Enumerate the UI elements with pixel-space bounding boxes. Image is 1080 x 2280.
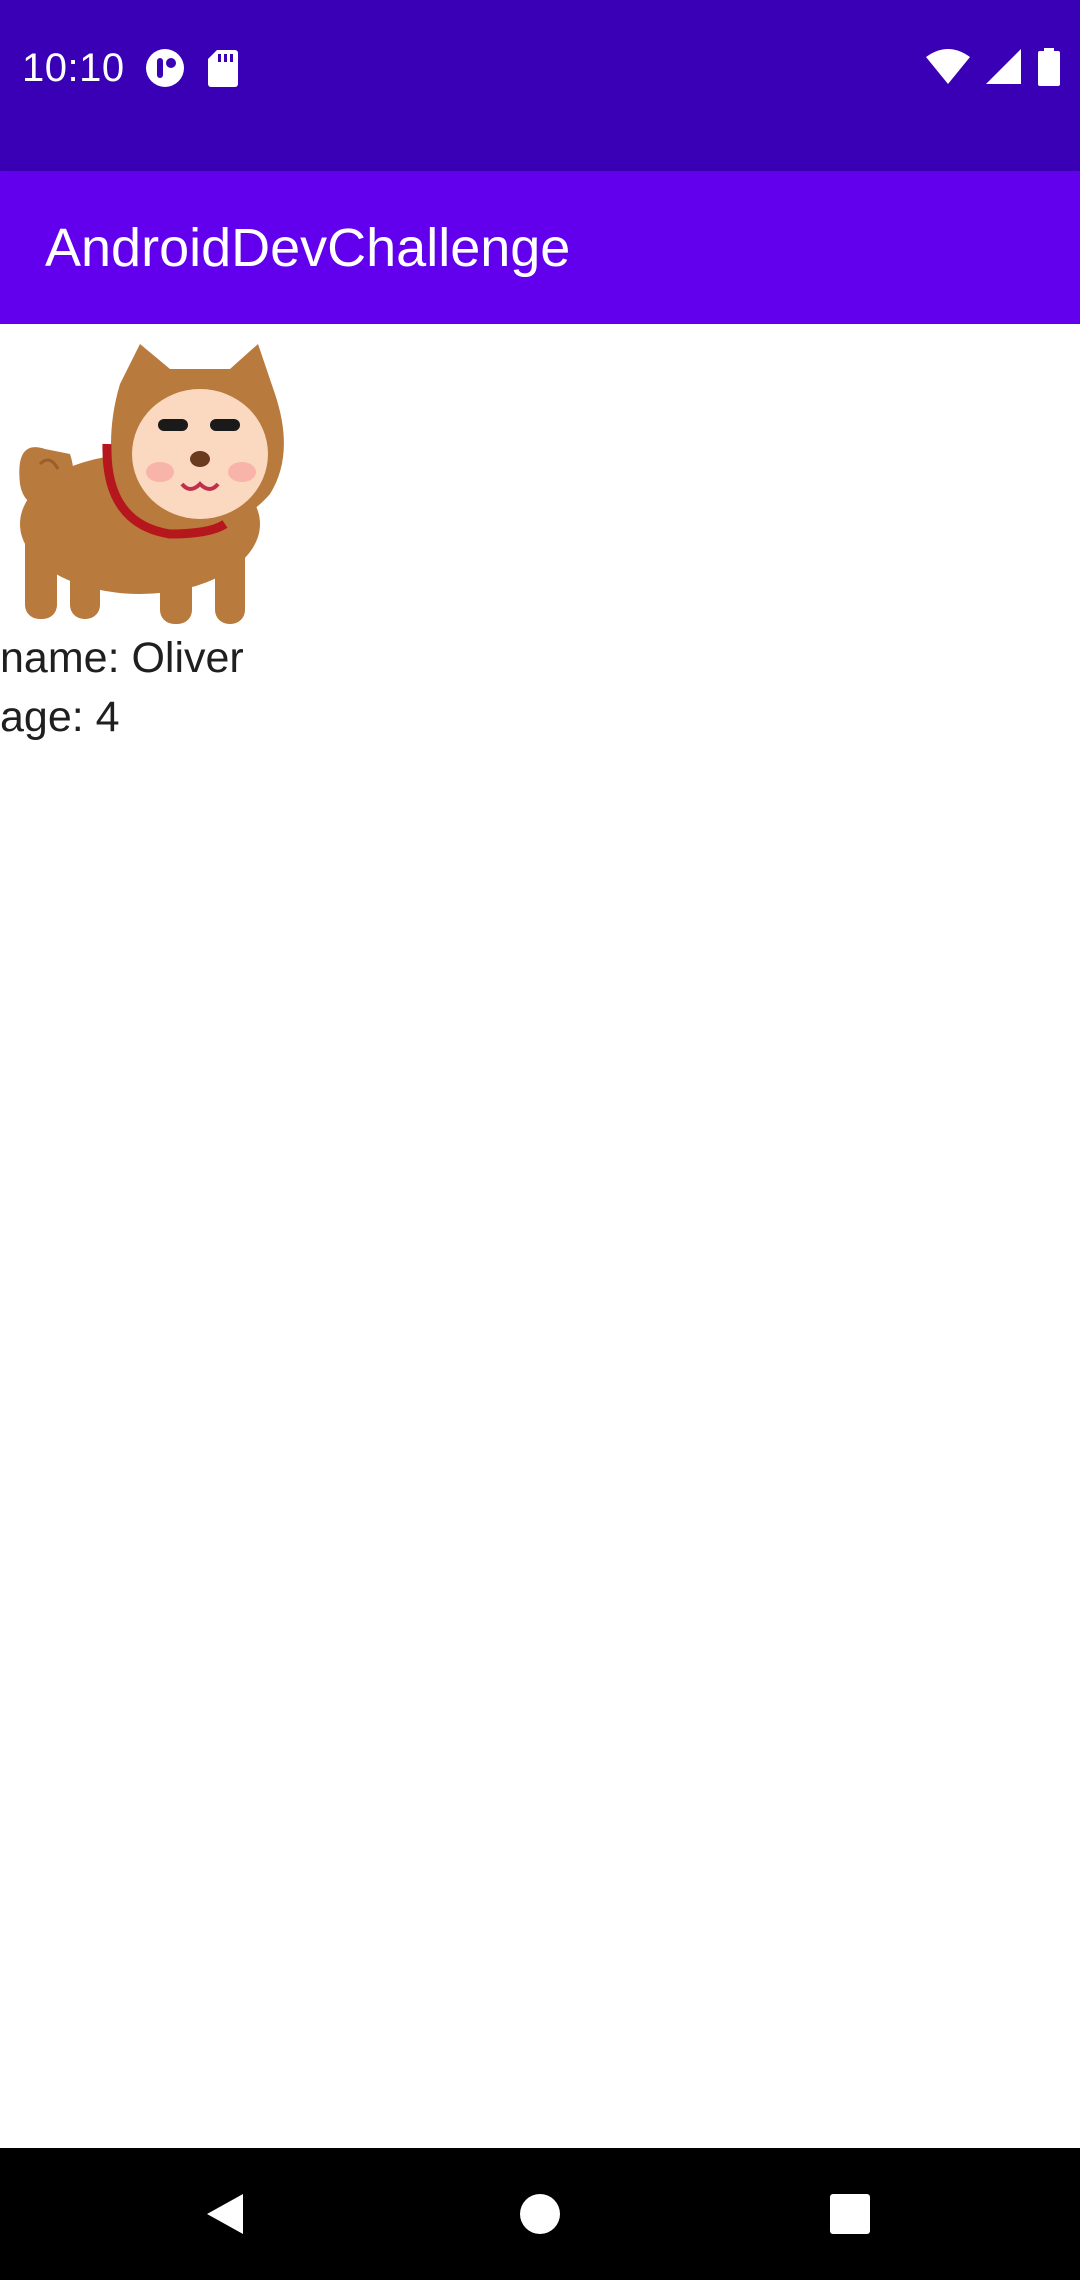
dog-image [10,344,290,629]
recents-button[interactable] [790,2148,910,2280]
content-area: name: Oliver age: 4 [0,324,1080,2148]
app-title: AndroidDevChallenge [45,218,571,278]
status-bar: 10:10 [0,0,1080,171]
cell-signal-icon [986,49,1022,85]
home-icon [520,2194,560,2234]
recents-icon [830,2194,870,2234]
status-time: 10:10 [22,46,125,90]
status-left-icons [145,48,239,88]
status-right-icons [926,48,1060,86]
sd-card-icon [207,48,239,88]
battery-icon [1038,48,1060,86]
dog-age: age: 4 [0,693,120,741]
dog-name: name: Oliver [0,634,244,682]
phone-screen: 10:10 AndroidDevChallenge name: Oliver a… [0,0,1080,2280]
back-icon [207,2194,243,2234]
wifi-icon [926,49,970,85]
app-notification-icon [145,48,185,88]
navigation-bar [0,2148,1080,2280]
back-button[interactable] [165,2148,285,2280]
app-bar: AndroidDevChallenge [0,171,1080,324]
home-button[interactable] [480,2148,600,2280]
